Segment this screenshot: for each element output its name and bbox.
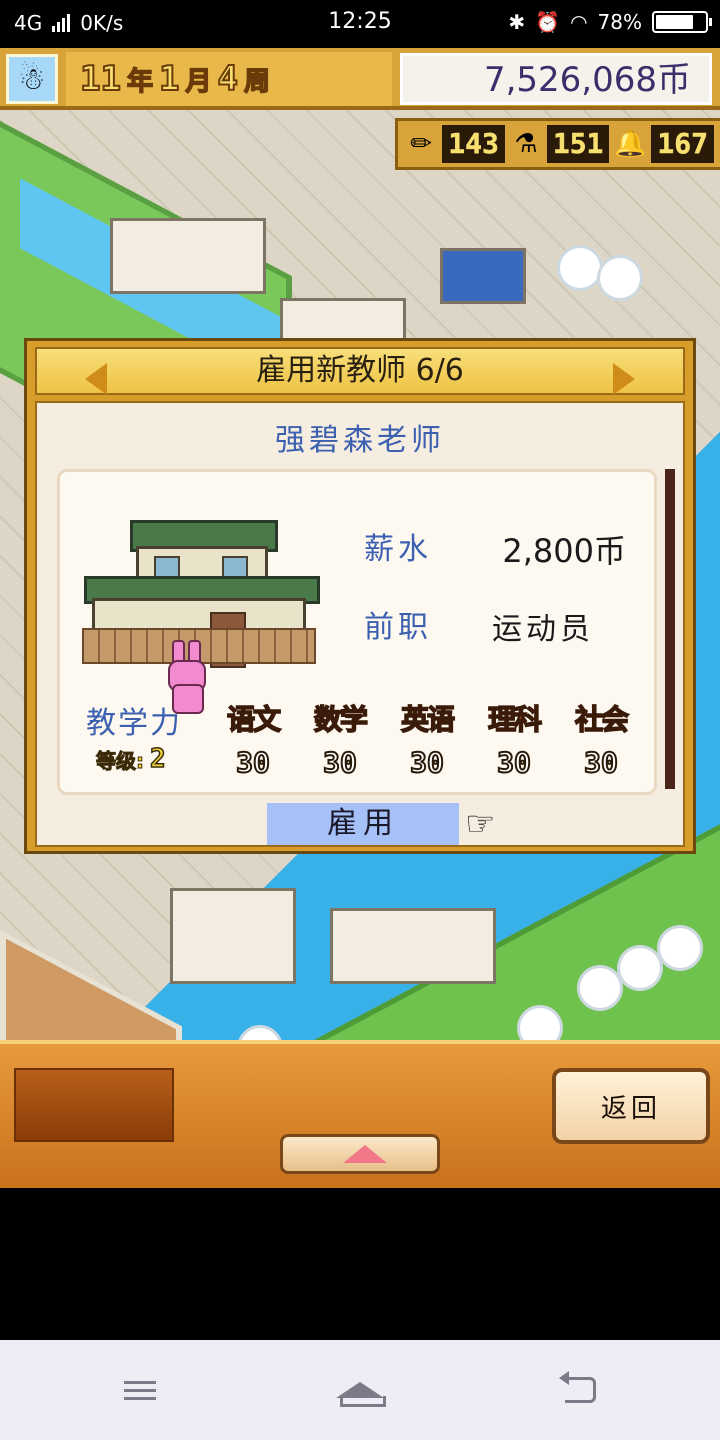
bell-points: 167	[651, 125, 714, 163]
dialog-title: 雇用新教师 6/6	[256, 353, 464, 388]
dialog-body: 强碧森老师 薪水 2,800币 前职 运动员 教学力 等级: 2 语文 30 数…	[35, 401, 685, 847]
menu-button[interactable]	[110, 1368, 170, 1412]
battery-icon	[652, 11, 712, 33]
game-date: 11 年 1 月 4 周	[66, 52, 392, 106]
teacher-name: 强碧森老师	[275, 423, 445, 458]
subject-score: 30	[496, 745, 532, 780]
status-bar: 4G 0K/s 12:25 ✱ ⏰ ◠ 78%	[0, 0, 720, 48]
teacher-card: 薪水 2,800币 前职 运动员 教学力 等级: 2 语文 30 数学 30 英…	[57, 469, 657, 795]
hire-teacher-dialog: 雇用新教师 6/6 强碧森老师 薪水 2,800币 前职 运动员 教学力 等级:…	[24, 338, 696, 854]
subject-name: 理科	[487, 702, 543, 737]
subject-name: 英语	[400, 702, 456, 737]
bottom-panel: 返回	[0, 1040, 720, 1188]
flask-icon: ⚗	[514, 129, 538, 159]
pencil-points: 143	[442, 125, 505, 163]
snow-tree	[620, 948, 660, 988]
alarm-icon: ⏰	[535, 10, 561, 34]
animal-pen[interactable]	[110, 218, 266, 294]
month-value: 1	[158, 58, 181, 100]
subject-science: 理科 30	[479, 698, 549, 780]
wifi-icon: ◠	[570, 10, 588, 34]
pointing-hand-icon: ☜	[465, 804, 496, 844]
next-arrow-icon[interactable]	[613, 363, 635, 395]
previous-job-label: 前职	[364, 610, 432, 645]
snow-tree	[580, 968, 620, 1008]
back-button[interactable]: 返回	[552, 1068, 710, 1144]
subject-name: 语文	[226, 702, 282, 737]
building[interactable]	[330, 908, 496, 984]
system-nav-bar	[0, 1340, 720, 1440]
week-value: 4	[216, 58, 239, 100]
snowman-icon: ☃	[6, 54, 58, 104]
research-points: ✏ 143 ⚗ 151 🔔 167	[395, 118, 720, 170]
up-triangle-icon	[343, 1145, 387, 1163]
letterbox	[0, 1188, 720, 1340]
menu-icon	[124, 1376, 156, 1405]
week-unit: 周	[243, 66, 271, 98]
subject-score: 30	[583, 745, 619, 780]
month-unit: 月	[185, 66, 213, 98]
level-label: 等级:	[96, 748, 145, 773]
bluetooth-icon: ✱	[508, 10, 526, 34]
flask-points: 151	[546, 125, 610, 163]
previous-job-value: 运动员	[492, 612, 594, 647]
subject-score: 30	[235, 745, 271, 780]
money-display: 7,526,068币	[400, 53, 712, 105]
top-hud: ☃ 11 年 1 月 4 周 7,526,068币	[0, 48, 720, 110]
system-back-button[interactable]	[550, 1368, 610, 1412]
pencil-icon: ✏	[410, 129, 433, 159]
subject-math: 数学 30	[305, 698, 375, 780]
snow-tree	[560, 248, 600, 288]
salary-value: 2,800币	[502, 532, 626, 570]
snow-tree	[660, 928, 700, 968]
house-illustration	[82, 512, 320, 714]
teaching-power-label: 教学力	[86, 706, 182, 741]
subject-score: 30	[409, 745, 445, 780]
teacher-level: 等级: 2	[96, 743, 167, 775]
prev-arrow-icon[interactable]	[85, 363, 107, 395]
empty-slot	[14, 1068, 174, 1142]
battery-percent: 78%	[597, 10, 642, 34]
subject-social: 社会 30	[566, 698, 636, 780]
subject-english: 英语 30	[392, 698, 462, 780]
hire-button[interactable]: 雇用	[267, 803, 459, 845]
back-arrow-icon	[558, 1371, 596, 1403]
subject-name: 数学	[313, 702, 369, 737]
year-value: 11	[79, 58, 122, 100]
scrollbar[interactable]	[665, 469, 675, 789]
dialog-header: 雇用新教师 6/6	[35, 347, 685, 395]
snow-tree	[600, 258, 640, 298]
game-view[interactable]: ☃ 11 年 1 月 4 周 7,526,068币 ✏ 143 ⚗ 151 🔔 …	[0, 48, 720, 1188]
expand-menu-button[interactable]	[280, 1134, 440, 1174]
shrine[interactable]	[440, 248, 526, 304]
classroom[interactable]	[170, 888, 296, 984]
subject-score: 30	[322, 745, 358, 780]
subject-name: 社会	[574, 702, 630, 737]
home-icon	[336, 1382, 386, 1407]
home-button[interactable]	[330, 1368, 390, 1412]
salary-label: 薪水	[364, 532, 432, 567]
bell-icon: 🔔	[614, 129, 647, 159]
year-unit: 年	[126, 66, 154, 98]
level-value: 2	[149, 743, 166, 775]
subject-chinese: 语文 30	[218, 698, 288, 780]
